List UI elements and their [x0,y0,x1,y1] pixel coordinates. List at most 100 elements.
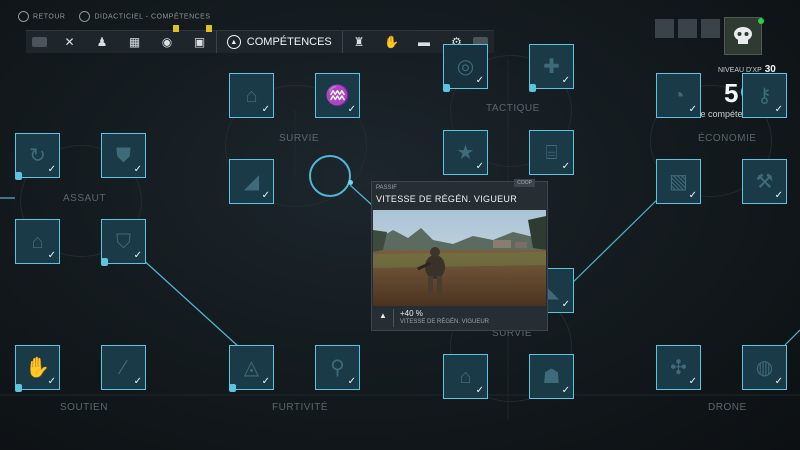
skill-node[interactable]: ◍ ✓ [742,345,787,390]
left-bumper-icon [32,37,48,47]
star-rank-icon: ★ [456,141,475,164]
tool-icon: ⚒ [755,170,774,193]
nav-map[interactable]: ▦ [118,31,151,53]
skill-node[interactable]: ⌂ ✓ [229,73,274,118]
skill-node[interactable]: ⌂ ✓ [15,219,60,264]
selection-marker [348,180,353,185]
skill-preview-image [373,210,546,306]
skill-points-count: 5 [724,78,739,108]
category-furtivite: FURTIVITÉ [272,402,328,413]
medical-cross-icon: ✚ [543,55,560,78]
category-economie: ÉCONOMIE [698,133,757,144]
check-icon: ✓ [261,104,270,115]
skill-node[interactable]: ♒ ✓ [315,73,360,118]
skill-node[interactable]: ◎ ✓ [443,44,488,89]
skill-node[interactable]: ∕ ✓ [101,345,146,390]
lock-icon [101,258,108,266]
category-tactique: TACTIQUE [486,103,540,114]
tooltip-divider [393,309,394,327]
lock-icon [443,84,450,92]
skill-tooltip: COOP PASSIF VITESSE DE RÉGÉN. VIGUEUR ▲ … [371,179,548,331]
lock-icon [15,384,22,392]
skill-node[interactable]: ⚲ ✓ [315,345,360,390]
selected-skill-node[interactable] [309,155,351,197]
drone-icon: ✣ [670,356,687,379]
check-icon: ✓ [774,376,783,387]
nav-gestures[interactable]: ✋ [375,31,408,53]
tag-icon: ⌸ [545,141,558,164]
skill-node[interactable]: ⌂ ✓ [443,354,488,399]
category-survie: SURVIE [279,133,320,144]
gauge-icon: ◔ [672,84,685,107]
check-icon: ✓ [347,376,356,387]
binoculars-icon: ◎ [456,55,475,78]
back-label: RETOUR [33,13,66,21]
check-icon: ✓ [133,164,142,175]
nav-outfit[interactable]: ♜ [343,31,376,53]
skill-node[interactable]: ★ ✓ [443,130,488,175]
check-icon: ✓ [261,376,270,387]
check-icon: ✓ [47,376,56,387]
skill-node[interactable]: ⌸ ✓ [529,130,574,175]
category-assaut: ASSAUT [63,193,107,204]
check-icon: ✓ [133,376,142,387]
lockbox-icon: ▧ [669,170,688,193]
lock-icon [229,384,236,392]
rank-chevron-icon: ⌂ [459,365,472,388]
crossed-weapons-icon: ✕ [64,35,75,49]
back-hint[interactable]: RETOUR [18,11,65,22]
notification-badge [205,25,212,32]
tab-competences[interactable]: ▲ COMPÉTENCES [215,31,343,53]
soldier-landscape-illustration [373,210,546,306]
tab-competences-label: COMPÉTENCES [246,36,332,48]
check-icon: ✓ [561,299,570,310]
squad-icon: ♟ [96,35,108,49]
skill-node[interactable]: ⛊ ✓ [101,133,146,178]
nav-inventory[interactable]: ▣ [183,25,216,53]
squad-slot[interactable] [701,19,720,38]
skill-node[interactable]: ✣ ✓ [656,345,701,390]
nav-loadout[interactable]: ✕ [53,31,86,53]
check-icon: ✓ [688,190,697,201]
nav-vehicles[interactable]: ▬ [408,31,441,53]
radar-icon: ◍ [755,356,774,379]
check-icon: ✓ [561,75,570,86]
reload-icon: ↻ [29,144,46,167]
squad-slot[interactable] [678,19,697,38]
shield-icon: ⛉ [116,230,131,253]
lock-icon [15,172,22,180]
skill-node[interactable]: ✋ ✓ [15,345,60,390]
skill-node[interactable]: ⚒ ✓ [742,159,787,204]
check-icon: ✓ [774,104,783,115]
skill-node[interactable]: ◢ ✓ [229,159,274,204]
skill-node[interactable]: ✚ ✓ [529,44,574,89]
nav-missions[interactable]: ◉ [151,25,184,53]
eye-icon: ◬ [243,356,260,379]
skill-node[interactable]: ☗ ✓ [529,354,574,399]
check-icon: ✓ [133,250,142,261]
blade-icon: ∕ [121,356,126,379]
skill-title: VITESSE DE RÉGÉN. VIGUEUR [376,194,518,204]
skill-node[interactable]: ⚷ ✓ [742,73,787,118]
coop-tag: COOP [514,179,535,187]
tutorial-hint[interactable]: DIDACTICIEL - COMPÉTENCES [79,11,210,22]
check-icon: ✓ [774,190,783,201]
squad-slots [655,19,720,38]
category-soutien: SOUTIEN [60,402,108,413]
skill-node[interactable]: ▧ ✓ [656,159,701,204]
check-icon: ✓ [475,75,484,86]
skull-emblem-icon [734,27,752,44]
skill-bonus-value: +40 % [400,309,423,318]
check-icon: ✓ [688,104,697,115]
skill-node[interactable]: ⛉ ✓ [101,219,146,264]
nav-squad[interactable]: ♟ [86,31,119,53]
squad-slot[interactable] [655,19,674,38]
skill-node[interactable]: ↻ ✓ [15,133,60,178]
check-icon: ✓ [475,385,484,396]
avatar[interactable] [724,17,762,55]
skill-node[interactable]: ◬ ✓ [229,345,274,390]
rank-chevron-icon: ⌂ [245,84,258,107]
check-icon: ✓ [561,385,570,396]
back-key-icon [18,11,29,22]
skill-node[interactable]: ◔ ✓ [656,73,701,118]
